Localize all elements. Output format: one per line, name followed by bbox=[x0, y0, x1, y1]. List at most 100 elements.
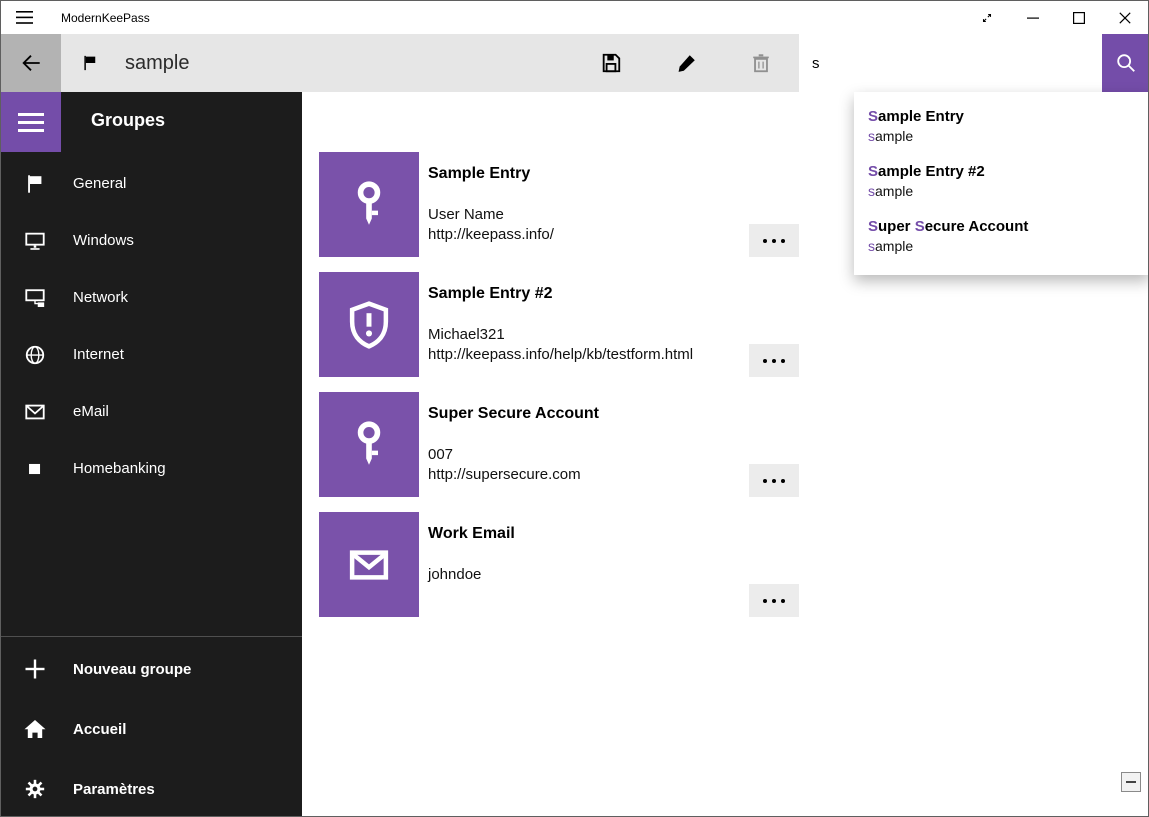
edit-button[interactable] bbox=[663, 34, 711, 92]
sidebar-item-internet[interactable]: Internet bbox=[1, 326, 302, 383]
back-arrow-icon bbox=[20, 52, 42, 74]
plus-icon bbox=[23, 657, 47, 681]
sidebar-item-label: eMail bbox=[73, 403, 109, 420]
entry-username: User Name bbox=[428, 206, 504, 223]
titlebar: ModernKeePass bbox=[1, 1, 1148, 34]
suggestion-subtitle: sample bbox=[868, 238, 1140, 254]
close-icon bbox=[1119, 12, 1131, 24]
fullscreen-icon bbox=[980, 11, 994, 25]
ellipsis-icon bbox=[763, 479, 767, 483]
sidebar-heading: Groupes bbox=[91, 110, 165, 131]
sidebar-item-label: General bbox=[73, 175, 126, 192]
hamburger-icon bbox=[18, 113, 44, 116]
scrollbar-minus-button[interactable] bbox=[1121, 772, 1141, 792]
sidebar-menu-button[interactable] bbox=[1, 92, 61, 152]
sidebar-item-label: Windows bbox=[73, 232, 134, 249]
minus-icon bbox=[1126, 781, 1136, 783]
entry-username: johndoe bbox=[428, 566, 481, 583]
maximize-icon bbox=[1073, 12, 1085, 24]
entry-url: http://supersecure.com bbox=[428, 466, 581, 483]
home-icon bbox=[23, 717, 47, 741]
window-controls bbox=[964, 1, 1148, 34]
save-icon bbox=[600, 52, 622, 74]
pencil-icon bbox=[676, 52, 698, 74]
entry-tile bbox=[319, 272, 419, 377]
suggestion-title: Sample Entry #2 bbox=[868, 163, 1140, 180]
close-button[interactable] bbox=[1102, 1, 1148, 34]
suggestion-title: Super Secure Account bbox=[868, 218, 1140, 235]
ellipsis-icon bbox=[763, 599, 767, 603]
maximize-button[interactable] bbox=[1056, 1, 1102, 34]
search-box bbox=[799, 34, 1102, 92]
entry-more-button[interactable] bbox=[749, 224, 799, 257]
desktop-icon bbox=[23, 230, 47, 252]
entry-more-button[interactable] bbox=[749, 344, 799, 377]
minimize-button[interactable] bbox=[1010, 1, 1056, 34]
group-header: sample bbox=[81, 34, 189, 92]
group-list: General Windows Network Internet bbox=[1, 155, 302, 497]
ellipsis-icon bbox=[763, 359, 767, 363]
suggestion-title: Sample Entry bbox=[868, 108, 1140, 125]
fullscreen-button[interactable] bbox=[964, 1, 1010, 34]
entry-url: http://keepass.info/help/kb/testform.htm… bbox=[428, 346, 693, 363]
mail-icon bbox=[342, 538, 396, 592]
entry-title: Work Email bbox=[428, 525, 515, 543]
square-icon bbox=[23, 458, 47, 480]
entry-title: Super Secure Account bbox=[428, 405, 599, 423]
delete-button[interactable] bbox=[737, 34, 785, 92]
home-button[interactable]: Accueil bbox=[1, 699, 302, 759]
entry-row-work-email[interactable]: Work Email johndoe bbox=[319, 512, 801, 617]
entry-row-sample-entry-2[interactable]: Sample Entry #2 Michael321 http://keepas… bbox=[319, 272, 801, 377]
save-button[interactable] bbox=[587, 34, 635, 92]
entry-row-super-secure-account[interactable]: Super Secure Account 007 http://supersec… bbox=[319, 392, 801, 497]
titlebar-menu-button[interactable] bbox=[1, 1, 47, 34]
command-bar: sample bbox=[1, 34, 1148, 92]
flag-icon bbox=[23, 173, 47, 195]
search-icon bbox=[1115, 52, 1137, 74]
group-title: sample bbox=[125, 52, 189, 75]
sidebar: Groupes General Windows Network bbox=[1, 92, 302, 817]
back-button[interactable] bbox=[1, 34, 61, 92]
settings-button[interactable]: Paramètres bbox=[1, 759, 302, 817]
entry-title: Sample Entry bbox=[428, 165, 530, 183]
sidebar-item-label: Network bbox=[73, 289, 128, 306]
search-suggestions: Sample Entry sample Sample Entry #2 samp… bbox=[854, 92, 1149, 275]
suggestion-sample-entry[interactable]: Sample Entry sample bbox=[854, 98, 1149, 153]
entry-username: Michael321 bbox=[428, 326, 505, 343]
key-icon bbox=[342, 178, 396, 232]
entry-tile bbox=[319, 392, 419, 497]
mail-icon bbox=[23, 401, 47, 423]
sidebar-item-label: Homebanking bbox=[73, 460, 166, 477]
sidebar-item-email[interactable]: eMail bbox=[1, 383, 302, 440]
sidebar-item-label: Accueil bbox=[73, 721, 126, 738]
entry-username: 007 bbox=[428, 446, 453, 463]
search-button[interactable] bbox=[1102, 34, 1149, 92]
entry-more-button[interactable] bbox=[749, 464, 799, 497]
sidebar-divider bbox=[1, 636, 302, 637]
hamburger-icon bbox=[16, 11, 33, 24]
shield-alert-icon bbox=[342, 298, 396, 352]
entry-url: http://keepass.info/ bbox=[428, 226, 554, 243]
suggestion-sample-entry-2[interactable]: Sample Entry #2 sample bbox=[854, 153, 1149, 208]
sidebar-item-windows[interactable]: Windows bbox=[1, 212, 302, 269]
entry-row-sample-entry[interactable]: Sample Entry User Name http://keepass.in… bbox=[319, 152, 801, 257]
suggestion-subtitle: sample bbox=[868, 128, 1140, 144]
entry-tile bbox=[319, 512, 419, 617]
entry-title: Sample Entry #2 bbox=[428, 285, 553, 303]
sidebar-item-homebanking[interactable]: Homebanking bbox=[1, 440, 302, 497]
sidebar-item-network[interactable]: Network bbox=[1, 269, 302, 326]
flag-icon bbox=[81, 53, 99, 73]
network-icon bbox=[23, 287, 47, 309]
sidebar-item-label: Internet bbox=[73, 346, 124, 363]
minimize-icon bbox=[1027, 12, 1039, 24]
window-title: ModernKeePass bbox=[61, 11, 150, 25]
entry-more-button[interactable] bbox=[749, 584, 799, 617]
new-group-button[interactable]: Nouveau groupe bbox=[1, 639, 302, 699]
suggestion-super-secure-account[interactable]: Super Secure Account sample bbox=[854, 208, 1149, 263]
ellipsis-icon bbox=[763, 239, 767, 243]
gear-icon bbox=[23, 778, 47, 800]
suggestion-subtitle: sample bbox=[868, 183, 1140, 199]
app-window: ModernKeePass bbox=[0, 0, 1149, 817]
search-input[interactable] bbox=[799, 34, 1102, 92]
sidebar-item-general[interactable]: General bbox=[1, 155, 302, 212]
